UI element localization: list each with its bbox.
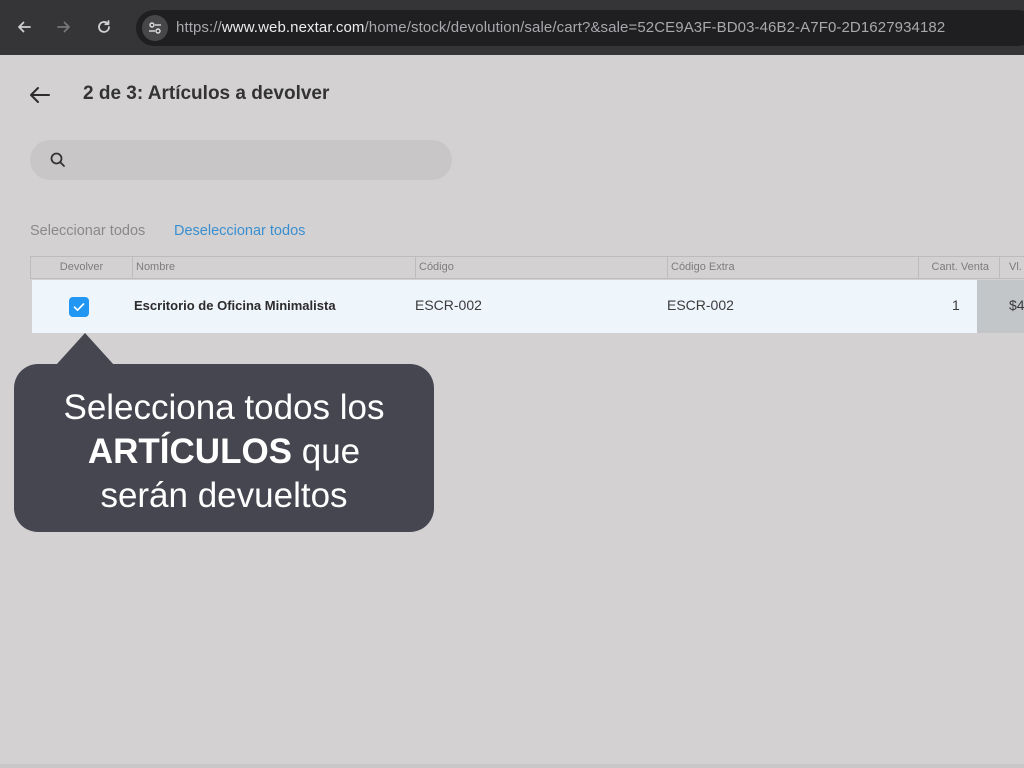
- tooltip-line-1: Selecciona todos los: [63, 388, 385, 427]
- cell-codigo: ESCR-002: [415, 297, 482, 313]
- deselect-all-link[interactable]: Deseleccionar todos: [174, 223, 305, 239]
- url-prefix: https://: [176, 19, 222, 36]
- devolver-checkbox[interactable]: [69, 297, 89, 317]
- column-header-valor: Vl.: [999, 257, 1024, 278]
- site-settings-icon: [149, 22, 161, 34]
- select-all-link[interactable]: Seleccionar todos: [30, 223, 145, 239]
- instruction-tooltip: Selecciona todos los ARTÍCULOS que serán…: [14, 364, 434, 532]
- tooltip-line-2: ARTÍCULOS que: [14, 430, 434, 474]
- table-row[interactable]: Escritorio de Oficina Minimalista ESCR-0…: [30, 280, 1024, 333]
- page-title: 2 de 3: Artículos a devolver: [83, 83, 330, 104]
- bottom-divider: [0, 764, 1024, 768]
- url-host: www.web.nextar.com: [221, 19, 365, 36]
- url-text: https://www.web.nextar.com/home/stock/de…: [176, 19, 945, 36]
- tooltip-line-3: serán devueltos: [100, 476, 348, 515]
- column-header-nombre: Nombre: [132, 257, 415, 278]
- search-icon: [50, 152, 65, 167]
- table-header: Devolver Nombre Código Código Extra Cant…: [30, 256, 1024, 279]
- tooltip-line-2-rest: que: [292, 432, 361, 471]
- cell-codigo-extra: ESCR-002: [667, 297, 734, 313]
- column-header-codigo-extra: Código Extra: [667, 257, 918, 278]
- column-header-devolver: Devolver: [30, 257, 132, 278]
- forward-arrow-icon: [57, 21, 70, 33]
- column-header-cant-venta: Cant. Venta: [918, 257, 999, 278]
- browser-toolbar: https://www.web.nextar.com/home/stock/de…: [0, 0, 1024, 55]
- search-input[interactable]: [30, 140, 452, 180]
- site-settings-button[interactable]: [142, 15, 168, 41]
- url-path: /home/stock/devolution/sale/cart?&sale=5…: [364, 19, 946, 36]
- reload-icon: [98, 20, 110, 33]
- back-arrow-icon: [18, 21, 31, 33]
- back-button[interactable]: [11, 14, 37, 40]
- forward-button[interactable]: [51, 14, 77, 40]
- cell-valor: $4: [1009, 297, 1024, 313]
- cell-nombre: Escritorio de Oficina Minimalista: [134, 298, 336, 313]
- reload-button[interactable]: [91, 14, 117, 40]
- cell-cant-venta: 1: [952, 297, 960, 313]
- address-bar[interactable]: https://www.web.nextar.com/home/stock/de…: [136, 10, 1024, 46]
- page-back-arrow-icon[interactable]: [28, 84, 52, 106]
- column-header-codigo: Código: [415, 257, 667, 278]
- tooltip-bold-word: ARTÍCULOS: [87, 432, 293, 471]
- items-table: Devolver Nombre Código Código Extra Cant…: [30, 256, 1024, 333]
- tooltip-pointer: [56, 333, 114, 365]
- checkmark-icon: [73, 303, 85, 312]
